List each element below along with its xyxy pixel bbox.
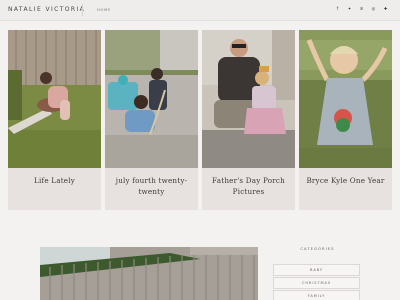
site-header: NATALIE VICTORIA HOME f ✦ ℗ ◎ ✚	[0, 0, 400, 21]
post-card[interactable]: Bryce Kyle One Year	[299, 30, 392, 210]
social-links: f ✦ ℗ ◎ ✚	[335, 6, 388, 12]
twitter-icon[interactable]: ✦	[347, 6, 352, 12]
pinterest-icon[interactable]: ℗	[359, 6, 364, 12]
post-title[interactable]: Father's Day Porch Pictures	[206, 175, 291, 197]
header-divider	[82, 4, 83, 16]
instagram-icon[interactable]: ◎	[371, 6, 376, 12]
post-card[interactable]: Life Lately	[8, 30, 101, 210]
site-brand[interactable]: NATALIE VICTORIA	[8, 6, 85, 13]
category-christmas-button[interactable]: CHRISTMAS	[273, 277, 360, 289]
post-card[interactable]: july fourth twenty-twenty	[105, 30, 198, 210]
post-thumbnail[interactable]	[299, 30, 392, 168]
post-thumbnail[interactable]	[105, 30, 198, 168]
post-title[interactable]: Life Lately	[12, 175, 97, 186]
nav-home-link[interactable]: HOME	[97, 8, 111, 12]
featured-post-image[interactable]	[40, 247, 258, 300]
facebook-icon[interactable]: f	[335, 6, 340, 12]
post-thumbnail[interactable]	[8, 30, 101, 168]
category-baby-button[interactable]: BABY	[273, 264, 360, 276]
bloglovin-icon[interactable]: ✚	[383, 6, 388, 12]
post-card[interactable]: Father's Day Porch Pictures	[202, 30, 295, 210]
category-family-button[interactable]: FAMILY	[273, 290, 360, 300]
post-title[interactable]: july fourth twenty-twenty	[109, 175, 194, 197]
categories-heading: CATEGORIES	[300, 246, 335, 251]
post-thumbnail[interactable]	[202, 30, 295, 168]
post-title[interactable]: Bryce Kyle One Year	[303, 175, 388, 186]
